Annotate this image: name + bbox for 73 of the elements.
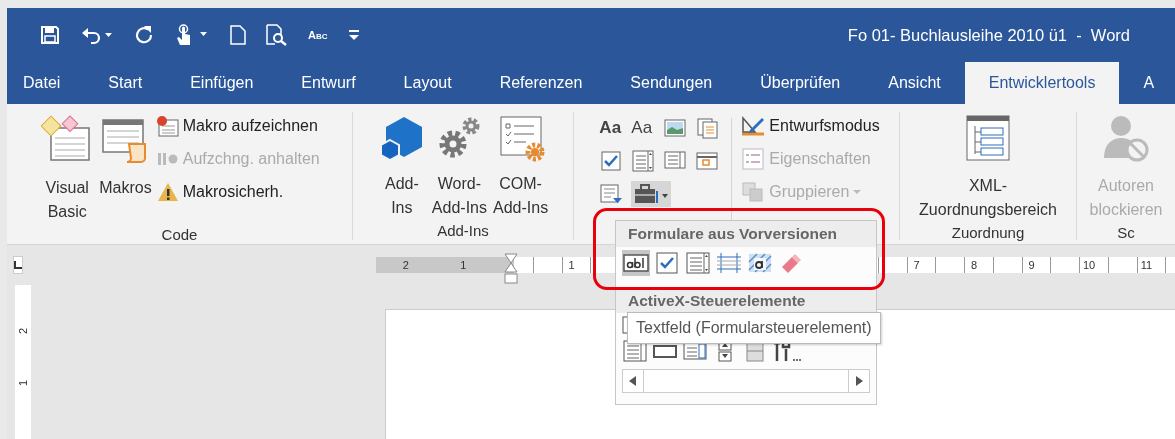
record-macro-icon (155, 115, 180, 137)
legacy-tools-button[interactable] (631, 181, 672, 207)
checkbox-icon (654, 252, 680, 274)
ribbon-button[interactable]: Add- Ins (375, 112, 428, 222)
frame-icon (716, 252, 742, 274)
ruler-number: 2 (17, 327, 29, 335)
ruler-number: 1 (459, 259, 468, 271)
left-tab-icon (14, 261, 22, 269)
ruler-number: 7 (912, 259, 921, 271)
ribbon-tab[interactable]: Überprüfen (736, 62, 865, 104)
customize-toolbar-icon[interactable] (347, 28, 360, 42)
ribbon-button[interactable]: Makrosicherh. (155, 178, 320, 206)
ribbon-tab[interactable]: Entwicklertools (964, 62, 1120, 104)
ribbon-button[interactable]: Word- Add-Ins (429, 112, 489, 222)
ribbon-tab[interactable]: Layout (379, 62, 476, 104)
tab-selector-button[interactable] (13, 256, 23, 274)
ribbon-tab[interactable]: A (1119, 62, 1175, 104)
group-label: Sc (1117, 224, 1135, 243)
redo-icon[interactable] (134, 25, 154, 45)
picture-icon[interactable] (663, 117, 688, 139)
ruler-pencil-icon (740, 114, 767, 138)
window-title: Fo 01- Buchlausleihe 2010 ü1 - Word (847, 25, 1130, 45)
date-picker-icon[interactable] (695, 150, 720, 172)
ruler-number: 1 (567, 259, 576, 271)
section-heading: ActiveX-Steuerelemente (616, 289, 876, 313)
warning-icon (155, 181, 180, 203)
undo-icon[interactable] (80, 25, 114, 45)
form-document-icon[interactable] (599, 183, 624, 205)
combo-box-icon (685, 252, 711, 274)
ribbon-tab[interactable]: Einfügen (166, 62, 278, 104)
section-heading: Formulare aus Vorversionen (616, 221, 876, 247)
blocked-user-icon (1101, 114, 1151, 164)
ribbon-button[interactable]: COM- Add-Ins (491, 112, 551, 222)
toolbox-icon (633, 183, 670, 205)
spelling-button[interactable]: Abc (308, 29, 328, 41)
group-label: Add-Ins (437, 222, 489, 241)
shaded-letter-icon (747, 252, 773, 274)
indent-marker-icon[interactable] (504, 253, 518, 285)
horizontal-scrollbar[interactable] (622, 369, 870, 393)
ruler-number: 11 (1139, 259, 1154, 271)
checkbox-icon[interactable] (599, 150, 624, 172)
text-field-icon (623, 252, 649, 274)
ruler-number: 1 (17, 379, 29, 387)
ribbon-tab[interactable]: Datei (7, 62, 85, 104)
print-preview-icon[interactable] (266, 24, 288, 46)
group-label: Code (161, 226, 198, 245)
group-label: Zuordnung (951, 224, 1025, 243)
tree-list-icon (965, 114, 1011, 164)
ribbon-button[interactable]: XML- Zuordnungsbereich (917, 112, 1059, 224)
ruler-number: 10 (1081, 259, 1097, 271)
ribbon-tab[interactable]: Entwurf (277, 62, 380, 104)
text-control-button[interactable]: Aa (599, 118, 624, 138)
ruler-number: 8 (969, 259, 979, 271)
ribbon-tab[interactable]: Start (84, 62, 167, 104)
form-control-button[interactable] (622, 250, 650, 276)
save-icon[interactable] (40, 25, 60, 45)
ruler-number: 9 (1027, 259, 1036, 271)
ribbon-button[interactable]: Visual Basic (39, 112, 96, 226)
caret-icon (852, 189, 863, 195)
ribbon-tab[interactable]: Referenzen (475, 62, 607, 104)
touch-mode-icon[interactable] (174, 24, 210, 46)
ribbon-button[interactable]: Makros (97, 112, 154, 202)
combo-box-icon[interactable] (631, 150, 656, 172)
text-control-button[interactable]: Aa (631, 118, 656, 138)
ribbon-tab[interactable]: Sendungen (606, 62, 737, 104)
ruler-number: 2 (401, 259, 410, 271)
properties-icon (740, 147, 767, 171)
ribbon-tab[interactable]: Ansicht (864, 62, 965, 104)
scroll-right-icon[interactable] (855, 376, 863, 386)
new-document-icon[interactable] (230, 25, 246, 45)
ribbon-button[interactable]: Makro aufzeichnen (155, 112, 320, 140)
scroll-left-icon[interactable] (629, 376, 637, 386)
ribbon-button[interactable]: Entwurfsmodus (740, 112, 880, 140)
